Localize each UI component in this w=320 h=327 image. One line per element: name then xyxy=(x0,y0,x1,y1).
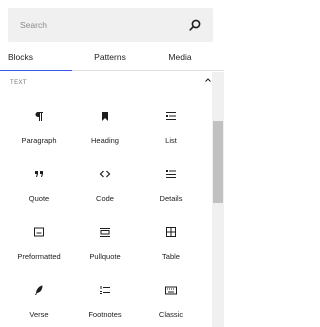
block-label: Details xyxy=(159,194,183,203)
search-bar xyxy=(8,8,213,42)
preformatted-icon xyxy=(34,227,44,237)
block-list: TEXT Paragraph Heading List Quote Code D… xyxy=(0,72,224,327)
footnotes-icon xyxy=(100,286,110,294)
block-item-list[interactable]: List xyxy=(138,102,204,150)
category-title: TEXT xyxy=(10,80,27,86)
block-item-footnotes[interactable]: Footnotes xyxy=(72,276,138,324)
block-item-classic[interactable]: Classic xyxy=(138,276,204,324)
block-item-quote[interactable]: Quote xyxy=(6,160,72,208)
keyboard-icon xyxy=(165,286,177,295)
block-item-paragraph[interactable]: Paragraph xyxy=(6,102,72,150)
tab-media[interactable]: Media xyxy=(148,46,212,71)
block-label: Quote xyxy=(28,194,50,203)
block-item-preformatted[interactable]: Preformatted xyxy=(6,218,72,266)
block-item-code[interactable]: Code xyxy=(72,160,138,208)
block-item-pullquote[interactable]: Pullquote xyxy=(72,218,138,266)
block-label: Verse xyxy=(29,310,49,319)
block-label: Preformatted xyxy=(17,252,61,261)
block-label: Classic xyxy=(158,310,184,319)
verse-icon xyxy=(35,285,43,295)
search-input[interactable] xyxy=(8,8,184,42)
block-inserter-panel: Blocks Patterns Media TEXT Paragraph Hea… xyxy=(0,0,224,327)
block-label: List xyxy=(165,136,177,145)
list-icon xyxy=(166,112,176,120)
block-item-verse[interactable]: Verse xyxy=(6,276,72,324)
block-label: Code xyxy=(96,194,114,203)
chevron-up-icon[interactable] xyxy=(204,76,212,84)
block-label: Paragraph xyxy=(21,136,57,145)
paragraph-icon xyxy=(35,112,43,121)
search-icon[interactable] xyxy=(188,18,202,32)
tab-blocks[interactable]: Blocks xyxy=(0,46,72,71)
block-label: Pullquote xyxy=(89,252,121,261)
block-label: Table xyxy=(162,252,180,261)
code-icon xyxy=(99,170,111,178)
block-item-details[interactable]: Details xyxy=(138,160,204,208)
block-label: Footnotes xyxy=(88,310,122,319)
block-item-heading[interactable]: Heading xyxy=(72,102,138,150)
pullquote-icon xyxy=(100,228,110,237)
inserter-tabs: Blocks Patterns Media xyxy=(0,46,224,71)
tab-patterns[interactable]: Patterns xyxy=(72,46,148,71)
block-label: Heading xyxy=(91,136,119,145)
active-tab-indicator xyxy=(0,69,72,71)
bookmark-icon xyxy=(102,112,108,121)
scrollbar-thumb[interactable] xyxy=(213,121,223,203)
details-icon xyxy=(166,170,176,178)
block-item-table[interactable]: Table xyxy=(138,218,204,266)
quote-icon xyxy=(35,171,43,177)
table-icon xyxy=(166,227,176,237)
